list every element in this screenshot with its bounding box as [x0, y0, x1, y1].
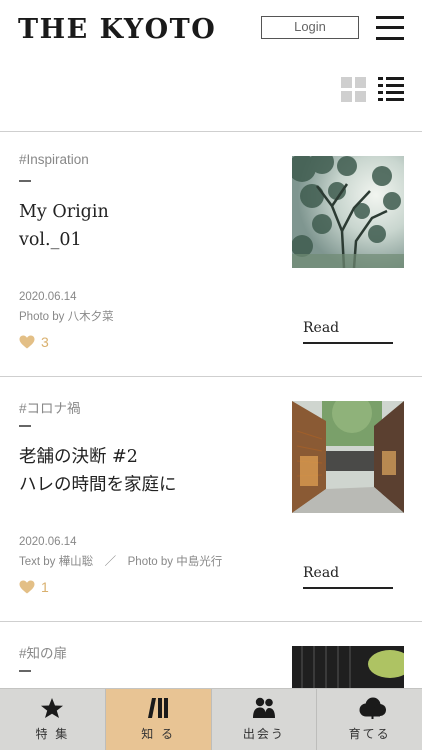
app-header: THE KYOTO Login	[0, 0, 422, 62]
like-count: 1	[41, 579, 49, 595]
nav-tab-label: 知 る	[141, 727, 176, 741]
cloud-icon	[357, 697, 386, 719]
article-date: 2020.06.14	[19, 291, 77, 303]
article-thumbnail-dark[interactable]	[292, 646, 404, 688]
list-view-icon[interactable]	[378, 77, 404, 102]
tag-dash	[19, 180, 31, 182]
nav-tab-learn[interactable]: 知 る	[105, 689, 212, 750]
read-link[interactable]: Read	[303, 565, 393, 589]
books-icon	[145, 697, 171, 719]
nav-tab-meet[interactable]: 出会う	[212, 689, 318, 750]
nav-tab-grow[interactable]: 育てる	[317, 689, 422, 750]
star-icon	[39, 697, 65, 719]
article-title[interactable]: My Origin vol._01	[19, 198, 109, 254]
tag-dash	[19, 670, 31, 672]
nav-tab-label: 育てる	[348, 727, 391, 741]
read-link[interactable]: Read	[303, 320, 393, 344]
article-card[interactable]: #Inspiration My Origin vol._01 2020.06.1…	[0, 132, 422, 376]
nav-tab-label: 出会う	[242, 727, 285, 741]
tag-dash	[19, 425, 31, 427]
grid-view-icon[interactable]	[341, 77, 366, 102]
login-button[interactable]: Login	[261, 16, 359, 39]
article-tag[interactable]: #コロナ禍	[19, 397, 81, 417]
hamburger-menu-icon[interactable]	[376, 16, 404, 40]
like-count: 3	[41, 334, 49, 350]
bottom-nav: 特 集 知 る 出会う 育てる	[0, 688, 422, 750]
article-thumbnail-trees[interactable]	[292, 156, 404, 268]
article-credit: Text by 樺山聡 ／ Photo by 中島光行	[19, 556, 223, 568]
article-card[interactable]: #知の扉	[0, 622, 422, 688]
heart-icon	[19, 335, 35, 349]
article-date: 2020.06.14	[19, 536, 77, 548]
site-logo[interactable]: THE KYOTO	[18, 14, 216, 45]
nav-tab-feature[interactable]: 特 集	[0, 689, 106, 750]
like-button[interactable]: 1	[19, 579, 49, 595]
article-tag[interactable]: #知の扉	[19, 642, 67, 662]
article-credit: Photo by 八木夕菜	[19, 311, 114, 323]
heart-icon	[19, 580, 35, 594]
people-icon	[251, 697, 277, 719]
nav-tab-label: 特 集	[35, 727, 70, 741]
article-tag[interactable]: #Inspiration	[19, 152, 89, 167]
like-button[interactable]: 3	[19, 334, 49, 350]
article-card[interactable]: #コロナ禍 老舗の決断 #2 ハレの時間を家庭に 2020.06.14 Text…	[0, 377, 422, 621]
article-thumbnail-street[interactable]	[292, 401, 404, 513]
article-title[interactable]: 老舗の決断 #2 ハレの時間を家庭に	[19, 443, 177, 499]
